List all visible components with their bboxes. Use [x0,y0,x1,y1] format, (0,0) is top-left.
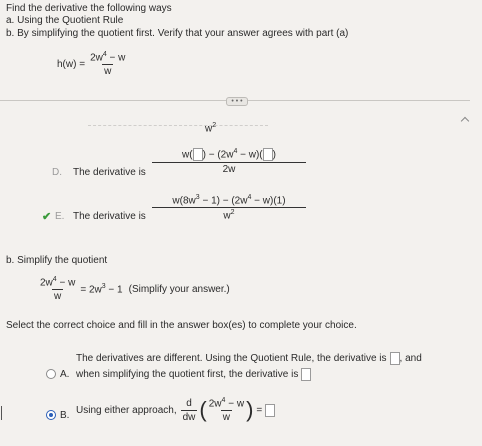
option-d-box-2 [262,148,273,162]
choice-a-letter: A. [60,369,70,380]
scrollbar-indicator[interactable] [1,406,2,420]
simplify-note: (Simplify your answer.) [128,283,230,295]
choice-a-line1: The derivatives are different. Using the… [76,352,422,365]
instruction-text: Select the correct choice and fill in th… [6,320,357,331]
option-e-text: The derivative is [73,211,146,222]
function-lhs: h(w) = [57,58,86,70]
function-definition: h(w) = 2w4 − w w [57,51,127,77]
scroll-up-icon[interactable] [460,116,470,126]
option-e-letter: E. [55,211,65,222]
option-d-box-1 [192,148,203,162]
choice-a-simplified-answer-box[interactable] [301,368,312,381]
question-prompt: Find the derivative the following ways [6,3,172,14]
choice-b-radio[interactable] [46,410,56,420]
simplified-quotient: 2w4 − w w = 2w3 − 1 (Simplify your answe… [40,276,230,303]
choice-b-expression: Using either approach, d dw ( 2w4 − w w … [76,397,276,423]
choice-b-answer-box[interactable] [265,403,276,417]
option-e-fraction: w(8w3 − 1) − (2w4 − w)(1) w2 [152,194,306,222]
choice-a-line2: when simplifying the quotient first, the… [76,368,312,381]
choice-a-quotient-answer-box[interactable] [389,352,400,365]
choice-b-letter: B. [60,410,70,421]
part-b-section-label: b. Simplify the quotient [6,255,108,266]
right-paren: ) [246,397,254,423]
option-d-letter: D. [52,167,62,178]
part-a-label: a. Using the Quotient Rule [6,15,124,26]
faded-rule [88,125,268,126]
partial-denominator: w2 [205,122,217,135]
check-icon: ✔ [42,211,52,223]
choice-a-radio[interactable] [46,369,56,379]
function-fraction: 2w4 − w w [90,51,126,78]
option-d-text: The derivative is [73,167,146,178]
left-paren: ( [199,397,207,423]
option-d-fraction: w() − (2w4 − w)() 2w [152,148,306,175]
part-b-label: b. By simplifying the quotient first. Ve… [6,28,349,39]
expand-button[interactable]: • • • [226,97,248,106]
